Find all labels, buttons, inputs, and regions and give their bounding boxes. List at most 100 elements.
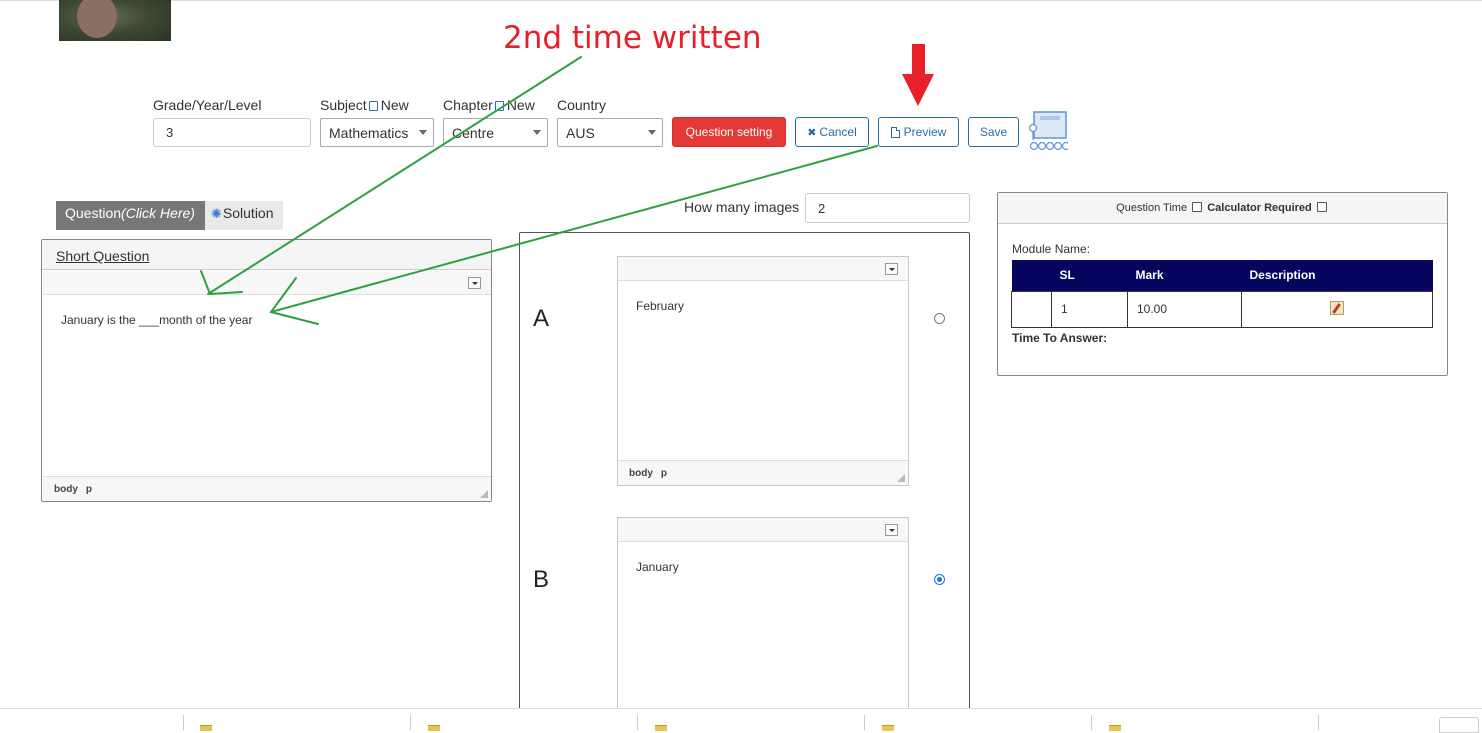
whiteboard-calculator-icon[interactable] xyxy=(1028,110,1068,152)
images-label: How many images xyxy=(684,199,800,215)
taskbar-separator xyxy=(183,715,184,730)
status-path-p[interactable]: p xyxy=(86,484,92,495)
chevron-down-icon xyxy=(533,130,541,135)
calculator-required-checkbox[interactable] xyxy=(1316,202,1327,212)
taskbar-separator xyxy=(410,715,411,730)
time-to-answer-label: Time To Answer: xyxy=(1012,331,1108,345)
avatar-face xyxy=(77,0,117,38)
new-document-icon[interactable] xyxy=(368,101,378,111)
subject-new-link[interactable]: New xyxy=(381,97,409,113)
preview-label: Preview xyxy=(903,125,947,139)
option-a-radio[interactable] xyxy=(934,313,945,324)
annotation-title: 2nd time written xyxy=(503,20,762,56)
close-icon: ✖ xyxy=(807,126,817,139)
tab-solution[interactable]: ✺Solution xyxy=(205,201,283,230)
file-icon[interactable] xyxy=(655,725,667,731)
edit-icon[interactable] xyxy=(1330,300,1344,315)
red-down-arrow-icon xyxy=(902,44,934,106)
table-row: 1 10.00 xyxy=(1011,290,1433,328)
tab-question[interactable]: Question(Click Here) xyxy=(56,201,205,230)
editor-toolbar xyxy=(618,518,908,542)
option-b-radio[interactable] xyxy=(934,574,945,585)
options-panel: A February body p B January xyxy=(519,232,970,727)
option-b-text[interactable]: January xyxy=(618,542,908,592)
short-question-link[interactable]: Short Question xyxy=(56,248,149,264)
toolbar-dropdown-icon[interactable] xyxy=(885,263,898,275)
tab-question-hint: (Click Here) xyxy=(121,205,195,221)
subject-label: Subject New xyxy=(320,97,409,113)
editor-statusbar: body p xyxy=(618,460,908,485)
grade-label: Grade/Year/Level xyxy=(153,97,262,113)
calculator-required-label: Calculator Required xyxy=(1207,202,1312,214)
option-b-editor[interactable]: January xyxy=(617,517,909,727)
editor-toolbar xyxy=(43,271,491,295)
question-panel-header: Short Question xyxy=(42,240,491,270)
status-path-body[interactable]: body xyxy=(54,484,78,495)
lightbulb-icon: ✺ xyxy=(211,206,222,221)
question-text[interactable]: January is the ___month of the year xyxy=(43,295,491,345)
taskbar-separator xyxy=(864,715,865,730)
chevron-down-icon xyxy=(419,130,427,135)
option-a-editor[interactable]: February body p xyxy=(617,256,909,486)
subject-label-text: Subject xyxy=(320,97,367,113)
new-document-icon[interactable] xyxy=(494,101,504,111)
resize-grip-icon[interactable] xyxy=(897,474,905,482)
resize-grip-icon[interactable] xyxy=(480,490,488,498)
country-select[interactable]: AUS xyxy=(557,118,663,147)
preview-button[interactable]: Preview xyxy=(878,117,959,147)
chapter-select[interactable]: Centre xyxy=(443,118,548,147)
file-icon[interactable] xyxy=(428,725,440,731)
file-icon[interactable] xyxy=(882,725,894,731)
images-count-input[interactable] xyxy=(805,193,970,223)
module-table: SL Mark Description 1 10.00 xyxy=(1011,260,1433,328)
question-setting-button[interactable]: Question setting xyxy=(672,117,786,147)
table-cell-blank xyxy=(1011,290,1052,328)
table-header-row: SL Mark Description xyxy=(1011,260,1433,291)
tab-question-label: Question xyxy=(65,205,122,221)
toolbar-dropdown-icon[interactable] xyxy=(468,277,481,289)
avatar xyxy=(59,0,171,41)
table-header-mark: Mark xyxy=(1127,260,1242,291)
document-icon xyxy=(890,126,900,138)
toolbar-dropdown-icon[interactable] xyxy=(885,524,898,536)
module-panel: Question Time Calculator Required Module… xyxy=(997,192,1448,376)
table-cell-mark: 10.00 xyxy=(1127,290,1242,328)
table-header-blank xyxy=(1011,260,1052,291)
option-a-letter: A xyxy=(533,305,550,332)
top-divider xyxy=(0,0,1482,1)
module-panel-header: Question Time Calculator Required xyxy=(998,193,1447,224)
module-name-label: Module Name: xyxy=(1012,242,1091,256)
status-path-body[interactable]: body xyxy=(629,468,653,479)
question-time-checkbox[interactable] xyxy=(1192,202,1203,212)
taskbar-separator xyxy=(1091,715,1092,730)
chapter-label-text: Chapter xyxy=(443,97,493,113)
cancel-button[interactable]: ✖ Cancel xyxy=(795,117,869,147)
file-icon[interactable] xyxy=(1109,725,1121,731)
subject-select[interactable]: Mathematics xyxy=(320,118,434,147)
question-editor[interactable]: January is the ___month of the year body… xyxy=(43,271,491,501)
question-time-label: Question Time xyxy=(1116,202,1188,214)
chapter-select-value: Centre xyxy=(452,125,495,141)
status-path-p[interactable]: p xyxy=(661,468,667,479)
option-a-text[interactable]: February xyxy=(618,281,908,331)
country-label: Country xyxy=(557,97,607,113)
tab-solution-label: Solution xyxy=(222,205,274,221)
question-panel: Short Question January is the ___month o… xyxy=(41,239,492,502)
taskbar-separator xyxy=(637,715,638,730)
table-cell-description xyxy=(1241,290,1433,328)
table-header-description: Description xyxy=(1241,260,1433,291)
chapter-new-link[interactable]: New xyxy=(507,97,535,113)
taskbar xyxy=(0,708,1482,733)
taskbar-end-button[interactable] xyxy=(1439,717,1479,733)
option-b-letter: B xyxy=(533,566,550,593)
cancel-label: Cancel xyxy=(819,125,857,139)
file-icon[interactable] xyxy=(200,725,212,731)
table-cell-sl: 1 xyxy=(1051,290,1128,328)
subject-select-value: Mathematics xyxy=(329,125,409,141)
chevron-down-icon xyxy=(648,130,656,135)
grade-input[interactable] xyxy=(153,118,311,147)
editor-statusbar: body p xyxy=(43,476,491,501)
save-button[interactable]: Save xyxy=(968,117,1019,147)
taskbar-separator xyxy=(1318,715,1319,730)
table-header-sl: SL xyxy=(1051,260,1128,291)
